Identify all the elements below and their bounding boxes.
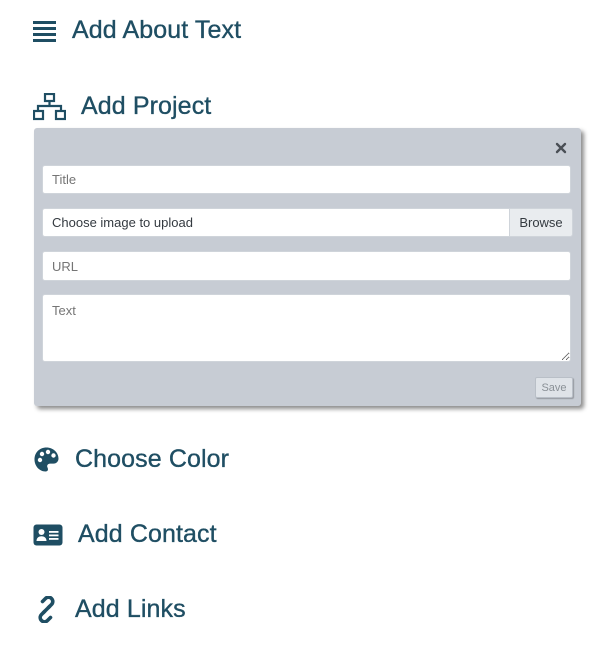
address-card-icon: [33, 523, 63, 547]
add-about-text-section[interactable]: Add About Text: [33, 16, 241, 45]
add-project-section[interactable]: Add Project: [33, 92, 211, 121]
add-links-label: Add Links: [75, 595, 186, 623]
add-project-label: Add Project: [81, 92, 212, 120]
save-button[interactable]: Save: [535, 377, 573, 398]
add-contact-section[interactable]: Add Contact: [33, 520, 217, 549]
sitemap-icon: [33, 92, 66, 121]
page: Add About Text Add Project Choose image …: [0, 0, 602, 658]
project-form-panel: Choose image to upload Browse Save: [34, 128, 581, 406]
add-contact-label: Add Contact: [78, 520, 217, 548]
align-justify-icon: [33, 19, 56, 43]
url-input[interactable]: [42, 251, 571, 281]
image-upload-field: Choose image to upload Browse: [42, 208, 573, 237]
add-about-text-label: Add About Text: [72, 16, 242, 44]
choose-color-label: Choose Color: [75, 445, 230, 473]
title-input[interactable]: [42, 165, 571, 194]
choose-color-section[interactable]: Choose Color: [33, 445, 229, 474]
file-upload-label[interactable]: Choose image to upload: [42, 208, 509, 237]
close-icon[interactable]: [555, 141, 567, 154]
add-links-section[interactable]: Add Links: [33, 595, 186, 624]
link-icon: [33, 596, 60, 623]
text-area[interactable]: [42, 294, 571, 362]
palette-icon: [33, 446, 60, 473]
browse-button[interactable]: Browse: [509, 208, 573, 237]
